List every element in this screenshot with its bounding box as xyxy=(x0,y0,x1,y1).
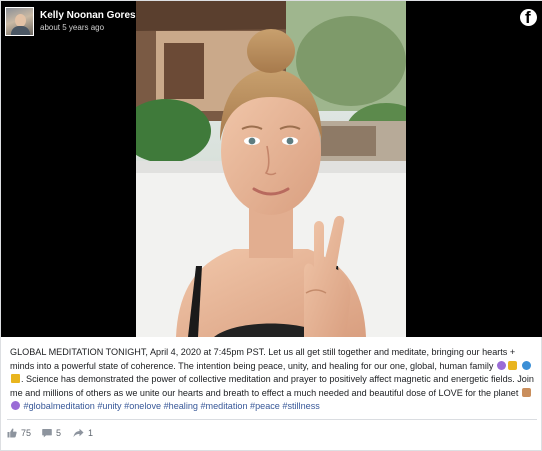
avatar-body xyxy=(11,26,30,35)
sparkles-emoji-icon xyxy=(11,374,20,384)
caption-text-part-2: . Science has demonstrated the power of … xyxy=(10,374,534,398)
meditation-person-emoji-icon xyxy=(521,387,531,397)
video-player[interactable]: Kelly Noonan Gores about 5 years ago f xyxy=(1,1,542,337)
facebook-post: Kelly Noonan Gores about 5 years ago f G… xyxy=(0,0,542,451)
post-timestamp[interactable]: about 5 years ago xyxy=(40,23,104,32)
purple-heart-emoji-icon-2 xyxy=(11,401,20,411)
likes-count-button[interactable]: 75 xyxy=(7,426,31,440)
video-still-image xyxy=(136,1,406,337)
video-frame[interactable] xyxy=(136,1,406,337)
author-avatar[interactable] xyxy=(5,7,34,36)
globe-emoji-icon xyxy=(521,360,531,370)
comments-count-button[interactable]: 5 xyxy=(42,426,61,440)
shares-count: 1 xyxy=(88,428,94,438)
shares-count-button[interactable]: 1 xyxy=(73,426,93,440)
comment-icon xyxy=(42,429,52,438)
likes-count: 75 xyxy=(21,428,32,438)
comments-count: 5 xyxy=(56,428,62,438)
facebook-icon[interactable]: f xyxy=(520,8,537,27)
divider xyxy=(7,419,537,420)
post-caption: GLOBAL MEDITATION TONIGHT, April 4, 2020… xyxy=(10,346,534,414)
caption-text-part-1: GLOBAL MEDITATION TONIGHT, April 4, 2020… xyxy=(10,347,516,371)
purple-heart-emoji-icon xyxy=(496,360,506,370)
prayer-hands-emoji-icon xyxy=(507,360,517,370)
author-name[interactable]: Kelly Noonan Gores xyxy=(40,10,136,21)
like-icon xyxy=(7,428,17,438)
post-header: Kelly Noonan Gores about 5 years ago f xyxy=(1,1,542,45)
hashtags-link[interactable]: #globalmeditation #unity #onelove #heali… xyxy=(24,401,320,411)
share-icon xyxy=(73,428,84,438)
